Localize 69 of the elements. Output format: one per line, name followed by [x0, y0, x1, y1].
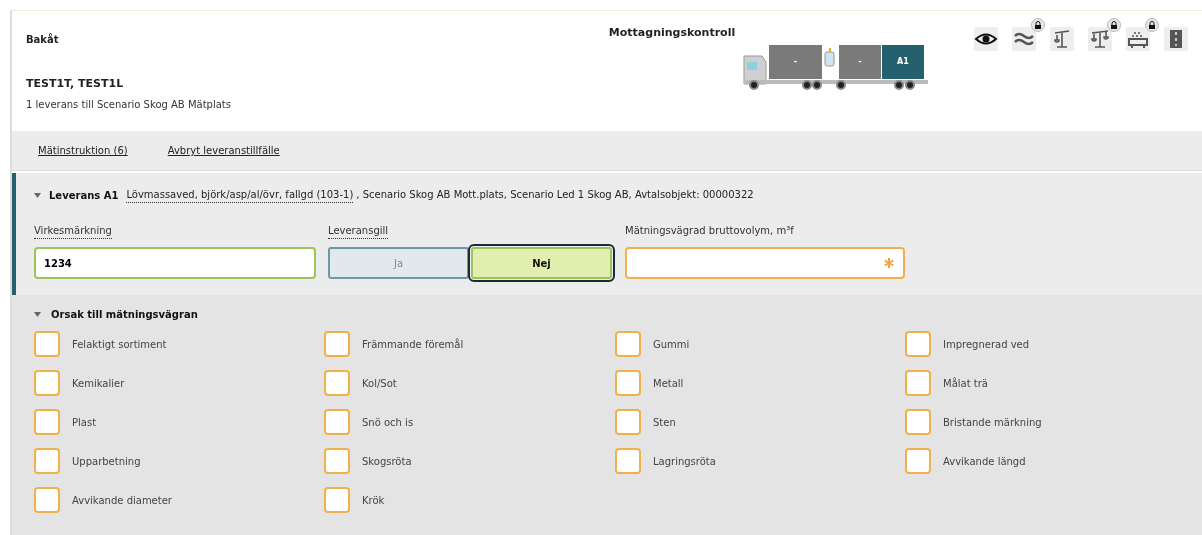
cargo-block[interactable]: A1: [881, 44, 924, 79]
checkbox-label: Sten: [653, 415, 676, 430]
checkbox[interactable]: [34, 409, 60, 435]
assortment-link[interactable]: Lövmassaved, björk/asp/al/övr, fallgd (103-1): [126, 187, 354, 203]
toolbar-button[interactable]: [1088, 27, 1112, 51]
page-title: Mottagningskontroll: [608, 25, 736, 41]
checkbox[interactable]: [905, 409, 931, 435]
action-link[interactable]: Avbryt leveranstillfälle: [167, 143, 280, 158]
cargo-block[interactable]: -: [838, 44, 881, 79]
checkbox[interactable]: [324, 448, 350, 474]
checkbox-label: Avvikande diameter: [72, 493, 172, 508]
checkbox-label: Plast: [72, 415, 97, 430]
checkbox[interactable]: [324, 370, 350, 396]
collapse-caret-icon[interactable]: [34, 311, 41, 318]
checkbox[interactable]: [615, 448, 641, 474]
checkbox[interactable]: [905, 331, 931, 357]
wheel-icon: [812, 79, 822, 90]
wheel-icon: [894, 79, 904, 90]
delivery-details: , Scenario Skog AB Mott.plats, Scenario Led 1 Skog AB, Avtalsobjekt: 00000322: [356, 188, 754, 202]
checkbox-label: Impregnerad ved: [943, 337, 1030, 352]
toolbar-button[interactable]: [1050, 27, 1074, 51]
vehicle-title: TEST1T, TEST1L: [26, 76, 125, 92]
marking-field[interactable]: 1234: [34, 247, 316, 279]
checkbox-label: Avvikande längd: [943, 454, 1026, 469]
checkbox[interactable]: [905, 448, 931, 474]
field-label: Leveransgill: [328, 223, 389, 239]
checkbox-label: Felaktigt sortiment: [72, 337, 167, 352]
checkbox-label: Främmande föremål: [362, 337, 464, 352]
toolbar-button[interactable]: [1164, 27, 1188, 51]
checkbox-label: Upparbetning: [72, 454, 141, 469]
checkbox-label: Metall: [653, 376, 684, 391]
collapse-caret-icon[interactable]: [34, 191, 41, 199]
checkbox[interactable]: [324, 487, 350, 513]
checkbox[interactable]: [324, 331, 350, 357]
checkbox[interactable]: [615, 409, 641, 435]
scale-icon: [1088, 27, 1112, 51]
checkbox-label: Snö och is: [362, 415, 414, 430]
toolbar-button[interactable]: [974, 27, 998, 51]
wheel-icon: [905, 79, 915, 90]
checkbox[interactable]: [34, 448, 60, 474]
toolbar-button[interactable]: [1126, 27, 1150, 51]
section-title: Orsak till mätningsvägran: [51, 308, 198, 322]
checkbox-label: Kol/Sot: [362, 376, 397, 391]
field-label: Virkesmärkning: [34, 223, 112, 239]
checkbox[interactable]: [905, 370, 931, 396]
delivery-title: Leverans A1: [49, 188, 119, 203]
checkbox-label: Målat trä: [943, 376, 988, 391]
wheel-icon: [836, 79, 846, 90]
checkbox-label: Krök: [362, 493, 385, 508]
toolbar-button[interactable]: [1012, 27, 1036, 51]
cargo-block[interactable]: -: [768, 44, 822, 79]
checkbox[interactable]: [615, 370, 641, 396]
checkbox-label: Gummi: [653, 337, 690, 352]
checkbox[interactable]: [34, 487, 60, 513]
field-label: Mätningsvägrad bruttovolym, m³f: [625, 224, 794, 238]
delivery-summary: 1 leverans till Scenario Skog AB Mätplats: [26, 97, 232, 112]
wheel-icon: [749, 79, 759, 90]
back-link[interactable]: Bakåt: [26, 34, 59, 45]
toggle-button[interactable]: Nej: [471, 247, 612, 279]
action-link[interactable]: Mätinstruktion (6): [38, 143, 128, 158]
checkbox-label: Lagringsröta: [653, 454, 716, 469]
checkbox-label: Kemikalier: [72, 376, 125, 391]
checkbox-label: Bristande märkning: [943, 415, 1042, 430]
checkbox[interactable]: [324, 409, 350, 435]
checkbox[interactable]: [34, 331, 60, 357]
checkbox[interactable]: [615, 331, 641, 357]
volume-field[interactable]: [625, 247, 905, 279]
checkbox-label: Skogsröta: [362, 454, 412, 469]
checkbox[interactable]: [34, 370, 60, 396]
